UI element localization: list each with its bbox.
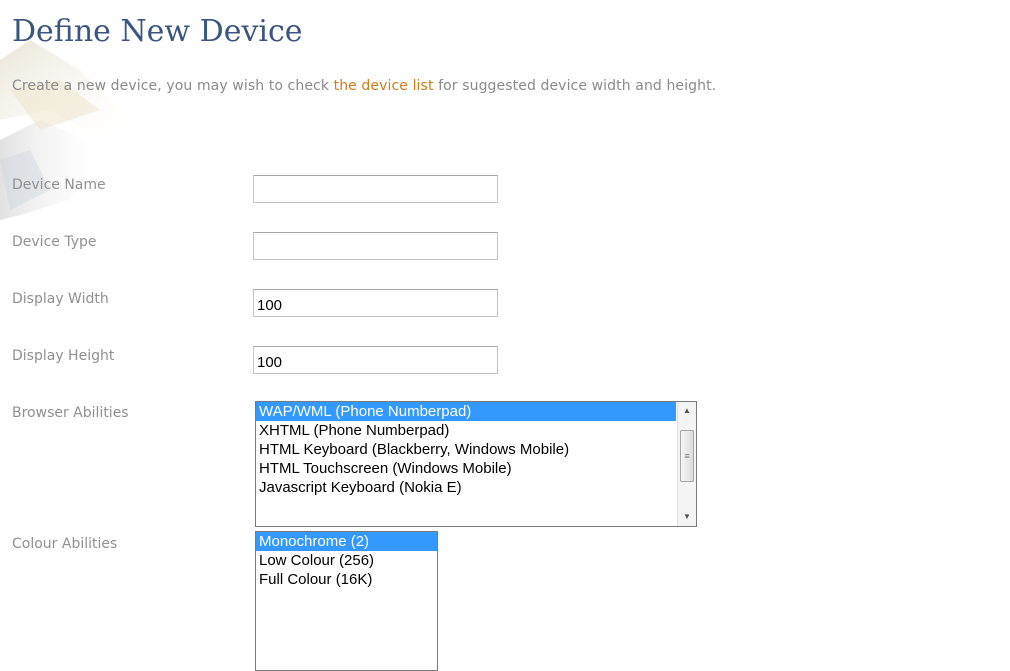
scroll-thumb[interactable]: ≡ xyxy=(680,430,694,482)
intro-text: Create a new device, you may wish to che… xyxy=(12,78,716,94)
scroll-grip-icon: ≡ xyxy=(684,451,690,461)
browser-option-xhtml[interactable]: XHTML (Phone Numberpad) xyxy=(256,421,696,440)
intro-text-after: for suggested device width and height. xyxy=(433,78,717,94)
page-title: Define New Device xyxy=(12,14,303,49)
browser-option-javascript-keyboard[interactable]: Javascript Keyboard (Nokia E) xyxy=(256,478,696,497)
colour-abilities-label: Colour Abilities xyxy=(12,536,118,552)
device-name-label: Device Name xyxy=(12,177,106,193)
device-type-input[interactable] xyxy=(253,232,498,260)
browser-option-wap[interactable]: WAP/WML (Phone Numberpad) xyxy=(256,402,676,421)
device-type-label: Device Type xyxy=(12,234,97,250)
intro-text-before: Create a new device, you may wish to che… xyxy=(12,78,334,94)
colour-option-low-colour[interactable]: Low Colour (256) xyxy=(256,551,437,570)
colour-option-full-colour[interactable]: Full Colour (16K) xyxy=(256,570,437,589)
display-width-input[interactable] xyxy=(253,289,498,317)
display-height-input[interactable] xyxy=(253,346,498,374)
scroll-down-icon[interactable]: ▼ xyxy=(678,509,696,525)
browser-option-html-touchscreen[interactable]: HTML Touchscreen (Windows Mobile) xyxy=(256,459,696,478)
device-list-link[interactable]: the device list xyxy=(334,78,434,94)
browser-abilities-label: Browser Abilities xyxy=(12,405,129,421)
scroll-up-icon[interactable]: ▲ xyxy=(678,403,696,419)
browser-option-html-keyboard[interactable]: HTML Keyboard (Blackberry, Windows Mobil… xyxy=(256,440,696,459)
display-width-label: Display Width xyxy=(12,291,109,307)
device-name-input[interactable] xyxy=(253,175,498,203)
display-height-label: Display Height xyxy=(12,348,115,364)
colour-abilities-listbox[interactable]: Monochrome (2) Low Colour (256) Full Col… xyxy=(255,531,438,671)
browser-abilities-listbox[interactable]: WAP/WML (Phone Numberpad) XHTML (Phone N… xyxy=(255,401,697,527)
colour-option-monochrome[interactable]: Monochrome (2) xyxy=(256,532,437,551)
browser-abilities-scrollbar[interactable]: ▲ ≡ ▼ xyxy=(677,402,696,526)
